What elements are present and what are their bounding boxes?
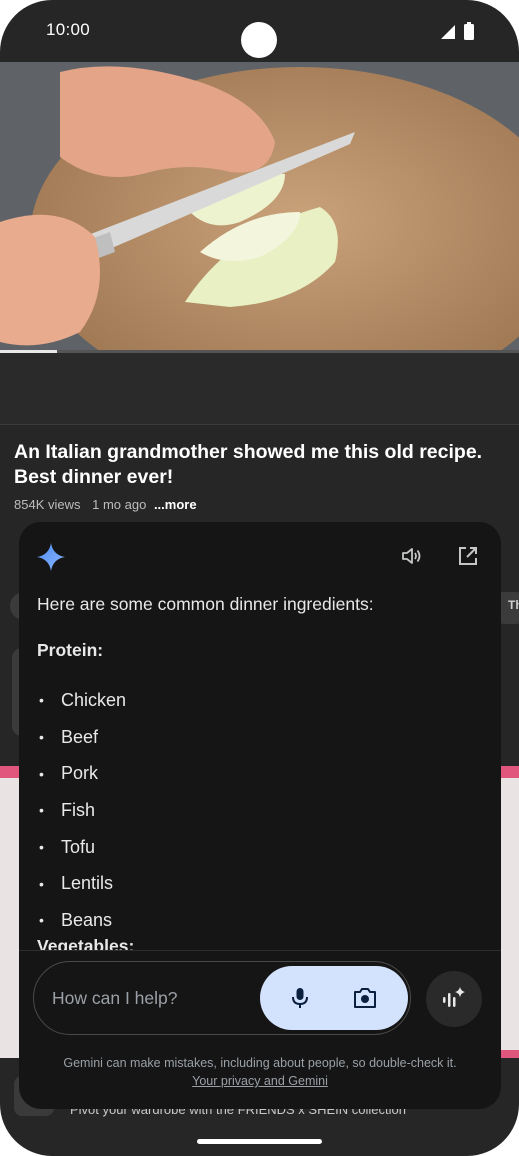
- gemini-sparkle-icon: [37, 543, 65, 571]
- video-title[interactable]: An Italian grandmother showed me this ol…: [14, 440, 509, 490]
- list-item-label: Beans: [61, 909, 113, 930]
- speaker-icon[interactable]: [401, 546, 423, 566]
- protein-list: • Chicken • Beef • Pork • Fish • Tofu • Lentil…: [39, 682, 126, 939]
- video-player[interactable]: [0, 62, 519, 352]
- vegetables-heading: Vegetables:: [37, 936, 135, 950]
- status-bar: 10:00: [0, 0, 519, 62]
- bullet: •: [39, 692, 44, 709]
- phone-screen: 10:00 An Italian grandmother showed me t…: [0, 0, 519, 1156]
- divider: [19, 950, 501, 951]
- prompt-placeholder: How can I help?: [52, 988, 178, 1008]
- list-item-label: Chicken: [61, 689, 127, 710]
- gemini-overlay: Here are some common dinner ingredients:…: [19, 522, 501, 1109]
- video-frame: [0, 62, 519, 352]
- bullet: •: [39, 912, 44, 929]
- live-button[interactable]: [426, 971, 482, 1027]
- list-item-label: Beef: [61, 726, 99, 747]
- input-actions: [260, 966, 408, 1030]
- mic-icon[interactable]: [288, 986, 312, 1010]
- list-item-label: Tofu: [61, 836, 96, 857]
- open-in-new-icon[interactable]: [457, 545, 479, 567]
- gemini-response[interactable]: Here are some common dinner ingredients:…: [19, 582, 501, 950]
- bullet: •: [39, 839, 44, 856]
- disclaimer-text: Gemini can make mistakes, including abou…: [63, 1056, 457, 1070]
- background-banner: [0, 766, 20, 778]
- background-chip-label: Th: [508, 598, 519, 612]
- list-item: • Tofu: [39, 829, 126, 866]
- video-controls-area: [0, 353, 519, 425]
- protein-heading: Protein:: [37, 640, 104, 660]
- gesture-nav-handle[interactable]: [197, 1139, 322, 1144]
- background-thumbnail: [0, 778, 19, 1058]
- more-link[interactable]: ...more: [154, 497, 197, 512]
- list-item: • Chicken: [39, 682, 126, 719]
- list-item-label: Pork: [61, 763, 99, 784]
- camera-icon[interactable]: [352, 986, 378, 1010]
- upload-age: 1 mo ago: [92, 497, 147, 512]
- live-sparkle-icon: [443, 987, 465, 1007]
- list-item: • Beef: [39, 719, 126, 756]
- disclaimer: Gemini can make mistakes, including abou…: [19, 1054, 501, 1090]
- list-item: • Fish: [39, 792, 126, 829]
- background-banner: [501, 1050, 519, 1058]
- status-time: 10:00: [46, 20, 91, 39]
- prompt-input[interactable]: How can I help?: [33, 961, 411, 1035]
- list-item: • Beans: [39, 902, 126, 939]
- list-item: • Lentils: [39, 865, 126, 902]
- response-intro: Here are some common dinner ingredients:: [37, 594, 374, 614]
- bullet: •: [39, 802, 44, 819]
- list-item-label: Lentils: [61, 873, 114, 894]
- signal-icon: [441, 25, 455, 39]
- battery-icon: [464, 22, 474, 40]
- privacy-link[interactable]: Your privacy and Gemini: [192, 1074, 328, 1088]
- bullet: •: [39, 729, 44, 746]
- bullet: •: [39, 875, 44, 892]
- bullet: •: [39, 765, 44, 782]
- background-banner: [500, 766, 519, 778]
- list-item-label: Fish: [61, 799, 96, 820]
- front-camera-cutout: [241, 22, 277, 58]
- view-count: 854K views: [14, 497, 81, 512]
- background-thumbnail: [501, 778, 519, 1050]
- list-item: • Pork: [39, 755, 126, 792]
- video-meta: 854K views 1 mo ago ...more: [14, 497, 197, 512]
